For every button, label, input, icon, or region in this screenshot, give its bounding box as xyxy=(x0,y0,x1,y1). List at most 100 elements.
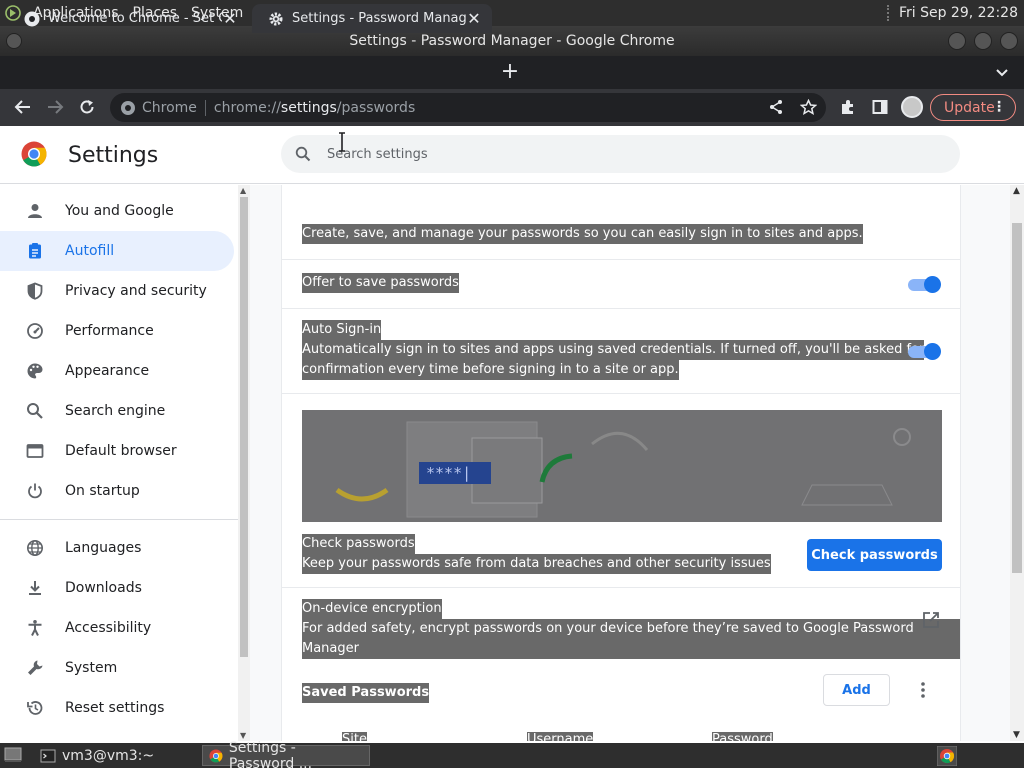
sidebar-item-label: System xyxy=(65,660,118,676)
share-button[interactable] xyxy=(765,96,787,118)
page-title: Settings xyxy=(68,143,159,168)
menu-dots-icon[interactable]: ⋮ xyxy=(992,99,1006,115)
sidebar-item-default-browser[interactable]: Default browser xyxy=(0,431,234,471)
tab-settings-password-manager[interactable]: Settings - Password Manager ✕ xyxy=(252,4,492,33)
settings-search[interactable] xyxy=(281,135,960,173)
close-window-button[interactable] xyxy=(1000,32,1018,50)
sidebar-item-performance[interactable]: Performance xyxy=(0,311,234,351)
scroll-down-arrow-icon[interactable]: ▼ xyxy=(1013,730,1020,740)
reload-icon xyxy=(80,100,94,114)
chrome-icon xyxy=(24,11,40,26)
maximize-button[interactable] xyxy=(974,32,992,50)
bottom-panel: vm3@vm3:~ Settings - Password ... xyxy=(0,740,1024,768)
check-passwords-button[interactable]: Check passwords xyxy=(807,539,942,571)
auto-signin-label: Auto Sign-in xyxy=(302,320,382,340)
sidebar-item-languages[interactable]: Languages xyxy=(0,528,234,568)
terminal-icon xyxy=(40,749,56,762)
more-actions-icon[interactable] xyxy=(918,680,928,700)
show-desktop-icon[interactable] xyxy=(4,747,22,763)
sidebar-item-label: Reset settings xyxy=(65,700,165,716)
clock[interactable]: Fri Sep 29, 22:28 xyxy=(899,5,1024,21)
offer-save-label: Offer to save passwords xyxy=(302,273,459,293)
scroll-up-arrow-icon[interactable]: ▲ xyxy=(240,186,246,195)
encryption-desc: For added safety, encrypt passwords on y… xyxy=(302,619,960,659)
sidebar-item-search-engine[interactable]: Search engine xyxy=(0,391,234,431)
auto-signin-desc-2: confirmation every time before signing i… xyxy=(302,360,679,380)
main-scroll-thumb[interactable] xyxy=(1012,223,1022,573)
sidebar-item-you-and-google[interactable]: You and Google xyxy=(0,191,234,231)
update-button[interactable]: Update ⋮ xyxy=(930,94,1016,121)
new-tab-button[interactable]: + xyxy=(498,61,522,84)
side-panel-button[interactable] xyxy=(869,96,891,118)
tray-chrome-icon[interactable] xyxy=(937,746,957,766)
close-tab-icon[interactable]: ✕ xyxy=(466,9,482,28)
sidebar-item-reset-settings[interactable]: Reset settings xyxy=(0,688,234,728)
sidebar-item-label: Downloads xyxy=(65,580,142,596)
search-input[interactable] xyxy=(327,144,927,164)
taskbar-item-label: vm3@vm3:~ xyxy=(62,747,155,764)
globe-icon xyxy=(27,540,43,556)
settings-header: Settings xyxy=(0,126,1024,184)
window-title: Settings - Password Manager - Google Chr… xyxy=(349,33,675,49)
main-scrollbar[interactable]: ▲ ▼ xyxy=(1010,185,1024,741)
sidebar-item-system[interactable]: System xyxy=(0,648,234,688)
column-header-username: Username xyxy=(527,732,594,741)
tab-search-chevron-icon[interactable] xyxy=(994,64,1010,80)
accessibility-icon xyxy=(28,620,42,636)
taskbar-item-chrome[interactable]: Settings - Password ... xyxy=(202,740,370,768)
sidebar-item-downloads[interactable]: Downloads xyxy=(0,568,234,608)
sidebar-item-label: Autofill xyxy=(65,243,115,259)
star-icon xyxy=(799,98,817,115)
offer-save-toggle[interactable] xyxy=(908,276,941,293)
panel-grip xyxy=(886,5,893,21)
close-tab-icon[interactable]: ✕ xyxy=(222,9,238,28)
sidebar-item-autofill[interactable]: Autofill xyxy=(0,231,234,271)
add-password-button[interactable]: Add xyxy=(823,674,890,706)
text-cursor-icon xyxy=(339,132,345,152)
encryption-label: On-device encryption xyxy=(302,599,442,619)
settings-sidebar: You and Google Autofill Privacy and secu… xyxy=(0,185,250,741)
auto-signin-toggle[interactable] xyxy=(908,343,941,360)
side-panel-icon xyxy=(872,100,888,114)
person-icon xyxy=(28,204,42,218)
extensions-button[interactable] xyxy=(837,96,859,118)
sidebar-item-label: Privacy and security xyxy=(65,283,207,299)
sidebar-item-on-startup[interactable]: On startup xyxy=(0,471,234,511)
tab-welcome[interactable]: Welcome to Chrome - Set Chr ✕ xyxy=(8,4,248,33)
search-icon xyxy=(295,146,311,162)
sidebar-divider xyxy=(0,519,238,520)
chrome-site-icon xyxy=(121,100,135,115)
url-host: settings xyxy=(280,99,337,116)
browser-icon xyxy=(26,444,44,458)
address-bar[interactable]: Chrome chrome://settings/passwords xyxy=(110,93,826,122)
sidebar-item-accessibility[interactable]: Accessibility xyxy=(0,608,234,648)
back-arrow-icon xyxy=(14,100,30,114)
reload-button[interactable] xyxy=(76,96,98,118)
sidebar-item-label: Performance xyxy=(65,323,154,339)
profile-avatar[interactable] xyxy=(901,96,923,118)
sidebar-item-label: Search engine xyxy=(65,403,166,419)
sidebar-item-label: Languages xyxy=(65,540,142,556)
saved-passwords-heading: Saved Passwords xyxy=(302,683,430,703)
sidebar-scroll-thumb[interactable] xyxy=(240,197,248,657)
forward-button[interactable] xyxy=(44,96,66,118)
open-in-new-icon[interactable] xyxy=(922,611,940,629)
sidebar-item-label: Accessibility xyxy=(65,620,152,636)
url-path: /passwords xyxy=(336,99,416,116)
check-passwords-desc: Keep your passwords safe from data breac… xyxy=(302,554,771,574)
back-button[interactable] xyxy=(12,96,34,118)
bookmark-button[interactable] xyxy=(797,96,819,118)
sidebar-item-privacy-and-security[interactable]: Privacy and security xyxy=(0,271,234,311)
taskbar-item-terminal[interactable]: vm3@vm3:~ xyxy=(34,745,200,766)
sidebar-scrollbar[interactable]: ▲ ▼ xyxy=(238,185,250,741)
check-passwords-label: Check passwords xyxy=(302,534,415,554)
minimize-button[interactable] xyxy=(948,32,966,50)
scroll-up-arrow-icon[interactable]: ▲ xyxy=(1013,186,1020,196)
power-icon xyxy=(28,483,42,499)
search-icon xyxy=(27,403,43,419)
site-chip[interactable]: Chrome xyxy=(142,100,197,116)
tab-label: Welcome to Chrome - Set Chr xyxy=(48,11,222,26)
sidebar-item-appearance[interactable]: Appearance xyxy=(0,351,234,391)
sidebar-item-label: You and Google xyxy=(65,203,174,219)
window-menu-button[interactable] xyxy=(6,33,22,49)
